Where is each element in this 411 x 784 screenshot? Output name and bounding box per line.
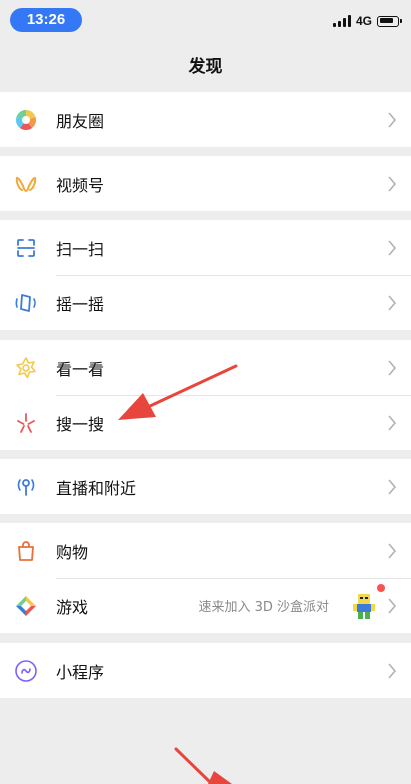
chevron-right-icon bbox=[387, 239, 397, 257]
menu-item-label: 朋友圈 bbox=[56, 111, 105, 131]
top-stories-icon bbox=[14, 356, 38, 380]
channels-icon bbox=[14, 172, 38, 196]
battery-icon bbox=[377, 15, 402, 27]
shopping-bag-icon bbox=[14, 539, 38, 563]
signal-icon bbox=[332, 15, 351, 27]
menu-item-label: 游戏 bbox=[56, 597, 89, 617]
games-icon bbox=[14, 594, 38, 618]
menu-item-label: 扫一扫 bbox=[56, 239, 105, 259]
chevron-right-icon bbox=[387, 414, 397, 432]
menu-item-mini-programs[interactable]: 小程序 bbox=[0, 643, 411, 698]
menu-item-label: 搜一搜 bbox=[56, 414, 105, 434]
live-nearby-icon bbox=[14, 475, 38, 499]
menu-item-games[interactable]: 游戏 速来加入 3D 沙盒派对 bbox=[0, 578, 411, 633]
group-shopping-games: 购物 游戏 速来加入 3D 沙盒派对 bbox=[0, 523, 411, 633]
group-channels: 视频号 bbox=[0, 156, 411, 211]
status-time: 13:26 bbox=[10, 8, 82, 32]
moments-icon bbox=[14, 108, 38, 132]
group-moments: 朋友圈 bbox=[0, 92, 411, 147]
menu-item-label: 小程序 bbox=[56, 662, 105, 682]
chevron-right-icon bbox=[387, 175, 397, 193]
menu-item-shopping[interactable]: 购物 bbox=[0, 523, 411, 578]
group-top-stories-search: 看一看 搜一搜 bbox=[0, 340, 411, 450]
notification-badge bbox=[377, 584, 385, 592]
chevron-right-icon bbox=[387, 478, 397, 496]
search-icon bbox=[14, 411, 38, 435]
scan-icon bbox=[14, 236, 38, 260]
mini-programs-icon bbox=[14, 659, 38, 683]
chevron-right-icon bbox=[387, 359, 397, 377]
menu-item-top-stories[interactable]: 看一看 bbox=[0, 340, 411, 395]
menu-item-shake[interactable]: 摇一摇 bbox=[0, 275, 411, 330]
menu-item-search[interactable]: 搜一搜 bbox=[0, 395, 411, 450]
group-mini-programs: 小程序 bbox=[0, 643, 411, 698]
menu-item-scan[interactable]: 扫一扫 bbox=[0, 220, 411, 275]
chevron-right-icon bbox=[387, 542, 397, 560]
chevron-right-icon bbox=[387, 111, 397, 129]
menu-item-moments[interactable]: 朋友圈 bbox=[0, 92, 411, 147]
group-live-nearby: 直播和附近 bbox=[0, 459, 411, 514]
shake-icon bbox=[14, 291, 38, 315]
group-scan-shake: 扫一扫 摇一摇 bbox=[0, 220, 411, 330]
chevron-right-icon bbox=[387, 294, 397, 312]
menu-item-label: 看一看 bbox=[56, 359, 105, 379]
status-indicators: 4G bbox=[332, 12, 402, 30]
menu-item-live-nearby[interactable]: 直播和附近 bbox=[0, 459, 411, 514]
menu-item-label: 购物 bbox=[56, 542, 89, 562]
status-bar: 13:26 4G bbox=[0, 0, 411, 44]
page-title: 发现 bbox=[188, 57, 223, 77]
menu-item-label: 摇一摇 bbox=[56, 294, 105, 314]
menu-item-channels[interactable]: 视频号 bbox=[0, 156, 411, 211]
chevron-right-icon bbox=[387, 597, 397, 615]
menu-item-label: 直播和附近 bbox=[56, 478, 137, 498]
chevron-right-icon bbox=[387, 662, 397, 680]
game-character-icon bbox=[349, 591, 379, 621]
network-type: 4G bbox=[355, 14, 372, 28]
menu-item-label: 视频号 bbox=[56, 175, 105, 195]
games-promo-text: 速来加入 3D 沙盒派对 bbox=[198, 600, 329, 615]
